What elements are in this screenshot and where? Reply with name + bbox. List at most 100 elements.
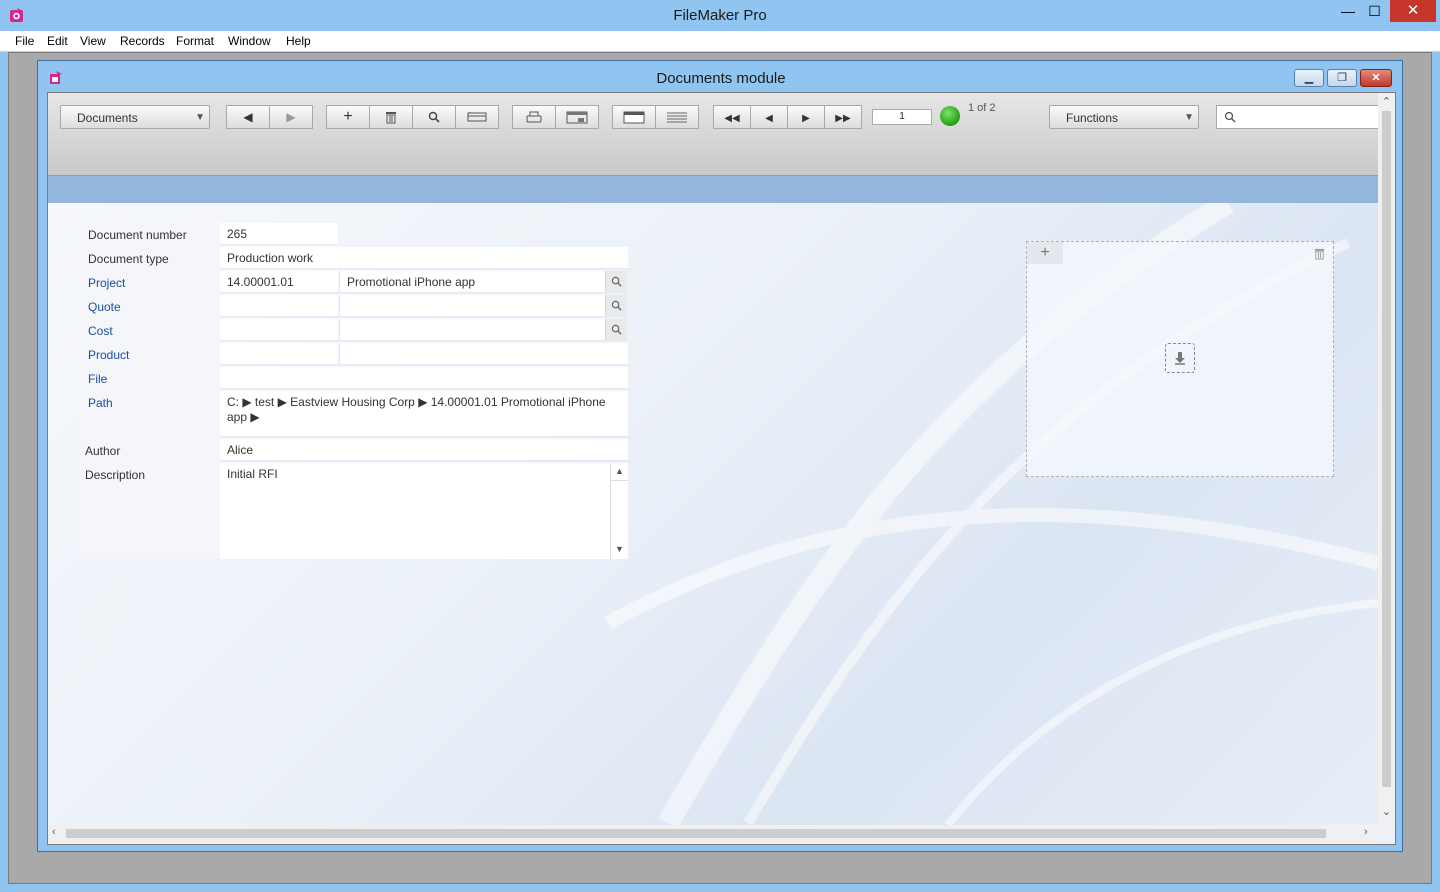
menu-edit[interactable]: Edit — [47, 34, 68, 48]
menu-records[interactable]: Records — [120, 34, 165, 48]
document-number-field[interactable]: 265 — [220, 223, 338, 245]
label-column — [78, 223, 220, 559]
project-code-value: 14.00001.01 — [227, 275, 294, 289]
cost-code-field[interactable] — [220, 319, 338, 341]
cost-label[interactable]: Cost — [88, 324, 113, 338]
next-layout-button[interactable]: ▶ — [269, 105, 313, 129]
scroll-up-icon[interactable]: ⌃ — [1378, 95, 1395, 108]
search-icon — [428, 111, 440, 123]
drop-zone[interactable] — [1165, 343, 1195, 373]
author-field[interactable]: Alice — [220, 439, 628, 461]
project-label[interactable]: Project — [88, 276, 125, 290]
project-code-field[interactable]: 14.00001.01 — [220, 271, 338, 293]
functions-select[interactable]: Functions ▼ — [1049, 105, 1199, 129]
quote-code-field[interactable] — [220, 295, 338, 317]
vertical-scrollbar[interactable]: ⌃ ⌄ — [1378, 93, 1395, 825]
project-name-field[interactable]: Promotional iPhone app — [339, 271, 605, 293]
prev-arrow-icon: ◀ — [243, 110, 253, 124]
description-value: Initial RFI — [227, 467, 278, 481]
preview-button[interactable] — [555, 105, 599, 129]
delete-record-button[interactable] — [369, 105, 413, 129]
records-icon — [467, 112, 487, 122]
quote-label[interactable]: Quote — [88, 300, 121, 314]
document-form: Document number 265 Document type Produc… — [78, 223, 628, 559]
quote-name-field[interactable] — [339, 295, 605, 317]
prev-record-icon: ◀ — [765, 113, 773, 124]
layout-select-value: Documents — [77, 111, 138, 125]
app-maximize-button[interactable]: ☐ — [1361, 0, 1388, 22]
description-field[interactable]: Initial RFI ▲ ▼ — [220, 463, 628, 559]
menu-bar: File Edit View Records Format Window Hel… — [0, 31, 1440, 52]
menu-window[interactable]: Window — [228, 34, 271, 48]
project-lookup-button[interactable] — [605, 271, 627, 293]
restore-icon: ❐ — [1337, 72, 1347, 84]
list-view-icon — [666, 111, 688, 124]
window-close-button[interactable]: ✕ — [1360, 69, 1392, 87]
trash-icon — [1314, 248, 1325, 260]
description-scrollbar[interactable]: ▲ ▼ — [610, 463, 628, 559]
first-record-button[interactable]: ◀◀ — [713, 105, 751, 129]
scroll-down-icon[interactable]: ⌄ — [1378, 805, 1395, 818]
toolbar: Documents ▼ ◀ ▶ + ◀◀ ◀ ▶ ▶▶ 1 1 of 2 Fun… — [48, 93, 1378, 176]
vertical-scroll-thumb[interactable] — [1382, 111, 1391, 787]
close-icon: ✕ — [1371, 72, 1381, 84]
window-restore-button[interactable]: ❐ — [1327, 69, 1357, 87]
product-label[interactable]: Product — [88, 348, 129, 362]
cost-lookup-button[interactable] — [605, 319, 627, 341]
search-input[interactable] — [1241, 109, 1375, 127]
record-number-input[interactable]: 1 — [872, 109, 932, 125]
sort-button[interactable] — [455, 105, 499, 129]
menu-help[interactable]: Help — [286, 34, 311, 48]
product-name-field[interactable] — [339, 343, 628, 365]
next-record-button[interactable]: ▶ — [787, 105, 825, 129]
search-field[interactable] — [1216, 105, 1378, 129]
chevron-down-icon: ▼ — [1184, 112, 1194, 123]
scroll-left-icon[interactable]: ‹ — [52, 826, 56, 838]
menu-file[interactable]: File — [15, 34, 34, 48]
file-label[interactable]: File — [88, 372, 107, 386]
path-field[interactable]: C: ▶ test ▶ Eastview Housing Corp ▶ 14.0… — [220, 391, 628, 437]
add-icon: + — [343, 108, 353, 125]
path-label[interactable]: Path — [88, 396, 113, 410]
find-button[interactable] — [412, 105, 456, 129]
record-count: 1 of 2 — [968, 102, 996, 114]
layout-select[interactable]: Documents ▼ — [60, 105, 210, 129]
path-value: C: ▶ test ▶ Eastview Housing Corp ▶ 14.0… — [227, 395, 606, 424]
product-code-field[interactable] — [220, 343, 338, 365]
scroll-up-icon[interactable]: ▲ — [611, 464, 628, 478]
window-minimize-button[interactable]: ▁ — [1294, 69, 1324, 87]
remove-file-button[interactable] — [1314, 248, 1325, 260]
list-view-button[interactable] — [655, 105, 699, 129]
status-indicator-icon — [940, 106, 960, 126]
quote-lookup-button[interactable] — [605, 295, 627, 317]
menu-format[interactable]: Format — [176, 34, 214, 48]
previous-record-button[interactable]: ◀ — [750, 105, 788, 129]
window-title: Documents module — [656, 70, 786, 87]
chevron-down-icon: ▼ — [195, 112, 205, 123]
cost-name-field[interactable] — [339, 319, 605, 341]
horizontal-scrollbar[interactable]: ‹ › — [48, 825, 1378, 842]
download-icon — [1173, 351, 1187, 365]
previous-layout-button[interactable]: ◀ — [226, 105, 270, 129]
scroll-right-icon[interactable]: › — [1364, 826, 1368, 838]
record-number-value: 1 — [899, 111, 905, 122]
functions-select-value: Functions — [1066, 111, 1119, 125]
app-title-bar: FileMaker Pro — ☐ ✕ — [0, 0, 1440, 31]
new-record-button[interactable]: + — [326, 105, 370, 129]
document-type-field[interactable]: Production work — [220, 247, 628, 269]
scroll-down-icon[interactable]: ▼ — [611, 542, 628, 556]
form-view-button[interactable] — [612, 105, 656, 129]
file-container-field[interactable]: + — [1026, 241, 1334, 477]
print-icon — [526, 111, 542, 124]
file-field[interactable] — [220, 367, 628, 389]
print-button[interactable] — [512, 105, 556, 129]
app-minimize-button[interactable]: — — [1335, 0, 1361, 22]
document-type-value: Production work — [227, 251, 314, 265]
app-close-button[interactable]: ✕ — [1390, 0, 1436, 22]
menu-view[interactable]: View — [80, 34, 106, 48]
insert-file-button[interactable]: + — [1027, 242, 1063, 264]
document-number-value: 265 — [227, 227, 248, 241]
last-record-button[interactable]: ▶▶ — [824, 105, 862, 129]
horizontal-scroll-thumb[interactable] — [66, 829, 1326, 838]
search-icon — [611, 324, 622, 335]
